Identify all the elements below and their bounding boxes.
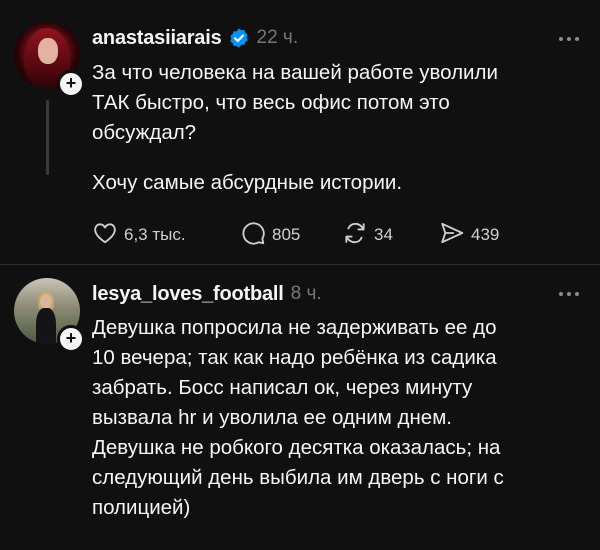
- post-text-line: следующий день выбила им дверь с ноги с: [92, 466, 504, 489]
- reply-count: 805: [272, 225, 301, 244]
- post-text-line: забрать. Босс написал ок, через минуту: [92, 376, 473, 399]
- share-count: 439: [471, 225, 500, 244]
- plus-icon: +: [65, 328, 77, 348]
- like-button[interactable]: 6,3 тыс.: [92, 220, 186, 250]
- avatar-body: [36, 308, 56, 344]
- avatar-face: [40, 294, 52, 309]
- post-actions: 6,3 тыс. 805 34 439: [92, 220, 572, 250]
- heart-icon: [92, 220, 118, 251]
- post-text-line: вызвала hr и уволила ее одним днем.: [92, 406, 452, 429]
- like-count: 6,3 тыс.: [124, 225, 186, 244]
- username[interactable]: lesya_loves_football: [92, 283, 284, 306]
- post-text: За что человека на вашей работе уволили …: [92, 58, 582, 148]
- thread-line: [46, 100, 49, 175]
- verified-badge-icon: [228, 27, 250, 49]
- reply-button[interactable]: 805: [240, 220, 300, 250]
- post-text-line: За что человека на вашей работе уволили: [92, 61, 498, 84]
- post-text-line: 10 вечера; так как надо ребёнка из садик…: [92, 346, 497, 369]
- username[interactable]: anastasiiarais: [92, 27, 222, 50]
- comment-icon: [240, 220, 266, 251]
- post-text-line: полицией): [92, 496, 191, 519]
- follow-button[interactable]: +: [57, 70, 85, 98]
- follow-button[interactable]: +: [57, 325, 85, 353]
- repost-button[interactable]: 34: [342, 220, 393, 250]
- post-header: lesya_loves_football 8 ч.: [92, 279, 322, 309]
- post-text: Девушка попросила не задерживать ее до 1…: [92, 313, 582, 523]
- avatar-face: [38, 38, 58, 64]
- post-text-line: Девушка попросила не задерживать ее до: [92, 316, 497, 339]
- post-text-line: обсуждал?: [92, 121, 197, 144]
- send-icon: [439, 220, 465, 251]
- share-button[interactable]: 439: [439, 220, 499, 250]
- post-text-line: ТАК быстро, что весь офис потом это: [92, 91, 450, 114]
- more-options-icon[interactable]: [556, 32, 582, 46]
- post-time: 8 ч.: [290, 283, 322, 304]
- repost-icon: [342, 220, 368, 251]
- post-text: Хочу самые абсурдные истории.: [92, 168, 582, 198]
- post-time: 22 ч.: [256, 27, 299, 48]
- post-text-line: Девушка не робкого десятка оказалась; на: [92, 436, 501, 459]
- post-header: anastasiiarais 22 ч.: [92, 23, 298, 53]
- more-options-icon[interactable]: [556, 287, 582, 301]
- repost-count: 34: [374, 225, 393, 244]
- thread-post: + lesya_loves_football 8 ч. Девушка попр…: [0, 265, 600, 550]
- post-text-line: Хочу самые абсурдные истории.: [92, 171, 403, 194]
- plus-icon: +: [65, 73, 77, 93]
- thread-post: + anastasiiarais 22 ч. За что человека н…: [0, 0, 600, 265]
